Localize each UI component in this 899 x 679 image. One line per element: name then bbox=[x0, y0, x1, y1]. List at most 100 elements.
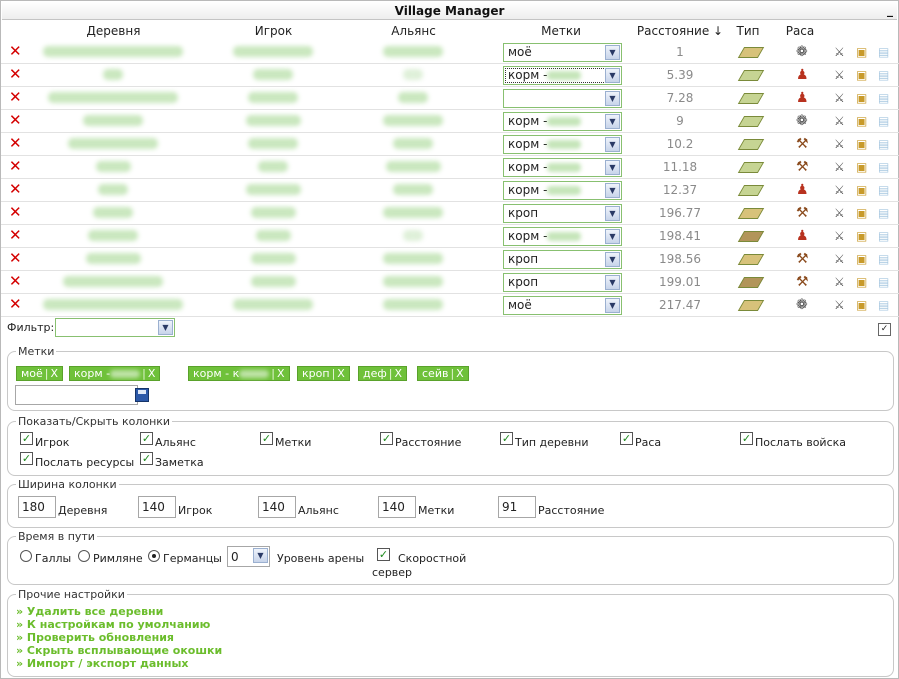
delete-icon[interactable]: ✕ bbox=[9, 136, 23, 151]
note-icon[interactable]: ▤ bbox=[878, 67, 889, 83]
village-name-redacted[interactable] bbox=[43, 299, 183, 310]
chevron-down-icon[interactable]: ▼ bbox=[605, 229, 620, 244]
column-toggle-checkbox[interactable]: ✓ bbox=[740, 432, 753, 445]
column-width-input[interactable]: 91 bbox=[498, 496, 536, 518]
minimize-button[interactable]: _ bbox=[887, 1, 893, 19]
alliance-name-redacted[interactable] bbox=[383, 115, 443, 126]
fast-server-checkbox[interactable]: ✓ bbox=[377, 548, 390, 561]
tag-select[interactable]: кроп ▼ bbox=[503, 250, 622, 269]
tag-select[interactable]: кроп ▼ bbox=[503, 273, 622, 292]
filter-select[interactable]: ▼ bbox=[55, 318, 175, 337]
alliance-name-redacted[interactable] bbox=[383, 207, 443, 218]
player-name-redacted[interactable] bbox=[250, 207, 296, 218]
village-name-redacted[interactable] bbox=[63, 276, 163, 287]
village-name-redacted[interactable] bbox=[98, 184, 128, 195]
tag-chip[interactable]: моё | X bbox=[16, 366, 64, 381]
column-toggle-checkbox[interactable]: ✓ bbox=[620, 432, 633, 445]
send-resources-icon[interactable]: ▣ bbox=[856, 113, 867, 129]
column-header-player[interactable]: Игрок bbox=[216, 24, 331, 38]
column-width-input[interactable]: 140 bbox=[258, 496, 296, 518]
tag-chip[interactable]: сейв | X bbox=[417, 366, 469, 381]
alliance-name-redacted[interactable] bbox=[383, 299, 443, 310]
send-resources-icon[interactable]: ▣ bbox=[856, 228, 867, 244]
column-header-village[interactable]: Деревня bbox=[51, 24, 176, 38]
player-name-redacted[interactable] bbox=[258, 161, 288, 172]
send-troops-icon[interactable]: ⚔ bbox=[834, 159, 845, 175]
column-toggle-checkbox[interactable]: ✓ bbox=[20, 452, 33, 465]
send-resources-icon[interactable]: ▣ bbox=[856, 67, 867, 83]
column-toggle-checkbox[interactable]: ✓ bbox=[260, 432, 273, 445]
column-width-input[interactable]: 180 bbox=[18, 496, 56, 518]
village-name-redacted[interactable] bbox=[88, 230, 138, 241]
chevron-down-icon[interactable]: ▼ bbox=[605, 45, 620, 60]
import-export-link[interactable]: » Импорт / экспорт данных bbox=[16, 657, 189, 670]
alliance-name-redacted[interactable] bbox=[403, 69, 423, 80]
player-name-redacted[interactable] bbox=[253, 69, 293, 80]
tag-chip[interactable]: кроп | X bbox=[297, 366, 350, 381]
column-toggle-checkbox[interactable]: ✓ bbox=[20, 432, 33, 445]
delete-all-villages-link[interactable]: » Удалить все деревни bbox=[16, 605, 163, 618]
send-troops-icon[interactable]: ⚔ bbox=[834, 228, 845, 244]
village-name-redacted[interactable] bbox=[95, 161, 131, 172]
village-name-redacted[interactable] bbox=[85, 253, 141, 264]
delete-icon[interactable]: ✕ bbox=[9, 228, 23, 243]
player-name-redacted[interactable] bbox=[248, 138, 298, 149]
note-icon[interactable]: ▤ bbox=[878, 251, 889, 267]
village-name-redacted[interactable] bbox=[48, 92, 178, 103]
remove-tag-button[interactable]: X bbox=[456, 367, 464, 380]
alliance-name-redacted[interactable] bbox=[383, 46, 443, 57]
delete-icon[interactable]: ✕ bbox=[9, 205, 23, 220]
tag-select[interactable]: корм - ▼ bbox=[503, 66, 622, 85]
chevron-down-icon[interactable]: ▼ bbox=[605, 206, 620, 221]
column-width-input[interactable]: 140 bbox=[138, 496, 176, 518]
note-icon[interactable]: ▤ bbox=[878, 159, 889, 175]
toggle-settings-icon[interactable]: ✓ bbox=[878, 323, 891, 336]
note-icon[interactable]: ▤ bbox=[878, 274, 889, 290]
hide-popups-link[interactable]: » Скрыть всплывающие окошки bbox=[16, 644, 222, 657]
player-name-redacted[interactable] bbox=[250, 253, 296, 264]
note-icon[interactable]: ▤ bbox=[878, 205, 889, 221]
race-radio[interactable] bbox=[78, 550, 90, 562]
note-icon[interactable]: ▤ bbox=[878, 90, 889, 106]
chevron-down-icon[interactable]: ▼ bbox=[605, 68, 620, 83]
send-resources-icon[interactable]: ▣ bbox=[856, 251, 867, 267]
chevron-down-icon[interactable]: ▼ bbox=[605, 252, 620, 267]
chevron-down-icon[interactable]: ▼ bbox=[605, 114, 620, 129]
note-icon[interactable]: ▤ bbox=[878, 44, 889, 60]
village-name-redacted[interactable] bbox=[103, 69, 123, 80]
send-troops-icon[interactable]: ⚔ bbox=[834, 136, 845, 152]
send-resources-icon[interactable]: ▣ bbox=[856, 44, 867, 60]
chevron-down-icon[interactable]: ▼ bbox=[605, 183, 620, 198]
send-troops-icon[interactable]: ⚔ bbox=[834, 205, 845, 221]
send-troops-icon[interactable]: ⚔ bbox=[834, 90, 845, 106]
race-radio[interactable] bbox=[148, 550, 160, 562]
column-header-tags[interactable]: Метки bbox=[501, 24, 621, 38]
remove-tag-button[interactable]: X bbox=[51, 367, 59, 380]
delete-icon[interactable]: ✕ bbox=[9, 297, 23, 312]
chevron-down-icon[interactable]: ▼ bbox=[605, 298, 620, 313]
send-troops-icon[interactable]: ⚔ bbox=[834, 67, 845, 83]
column-toggle-checkbox[interactable]: ✓ bbox=[500, 432, 513, 445]
alliance-name-redacted[interactable] bbox=[403, 230, 423, 241]
chevron-down-icon[interactable]: ▼ bbox=[605, 275, 620, 290]
player-name-redacted[interactable] bbox=[233, 299, 313, 310]
village-name-redacted[interactable] bbox=[93, 207, 133, 218]
remove-tag-button[interactable]: X bbox=[277, 367, 285, 380]
alliance-name-redacted[interactable] bbox=[398, 92, 428, 103]
player-name-redacted[interactable] bbox=[248, 92, 298, 103]
tag-select[interactable]: корм - ▼ bbox=[503, 181, 622, 200]
send-resources-icon[interactable]: ▣ bbox=[856, 274, 867, 290]
player-name-redacted[interactable] bbox=[245, 115, 301, 126]
tag-chip[interactable]: корм - к | X bbox=[188, 366, 290, 381]
send-troops-icon[interactable]: ⚔ bbox=[834, 274, 845, 290]
column-toggle-checkbox[interactable]: ✓ bbox=[140, 452, 153, 465]
tag-select[interactable]: кроп ▼ bbox=[503, 204, 622, 223]
column-header-distance[interactable]: Расстояние ↓ bbox=[629, 24, 731, 38]
delete-icon[interactable]: ✕ bbox=[9, 90, 23, 105]
delete-icon[interactable]: ✕ bbox=[9, 182, 23, 197]
delete-icon[interactable]: ✕ bbox=[9, 67, 23, 82]
race-radio[interactable] bbox=[20, 550, 32, 562]
chevron-down-icon[interactable]: ▼ bbox=[605, 137, 620, 152]
note-icon[interactable]: ▤ bbox=[878, 228, 889, 244]
column-toggle-checkbox[interactable]: ✓ bbox=[380, 432, 393, 445]
